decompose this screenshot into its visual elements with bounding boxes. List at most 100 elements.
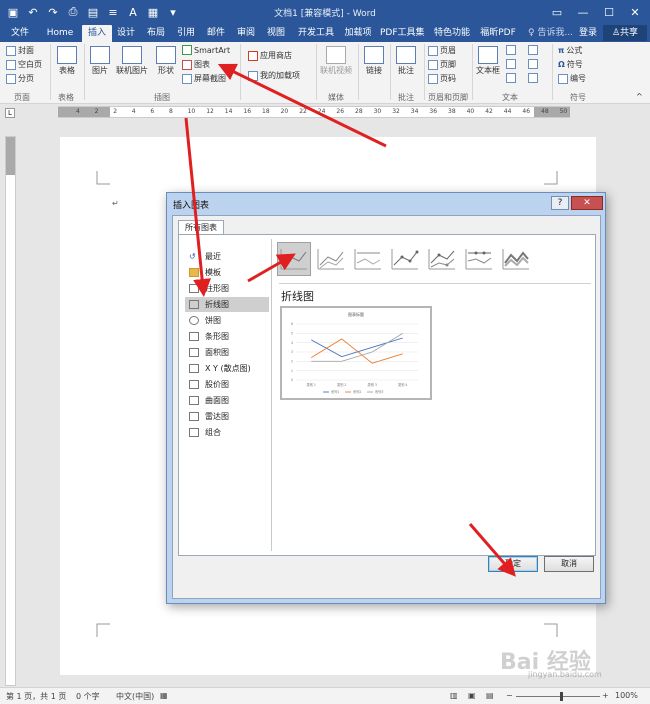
cover-button[interactable]: 封面: [6, 45, 34, 56]
chart-type-combo[interactable]: 组合: [185, 425, 269, 440]
zoom-level[interactable]: 100%: [615, 691, 638, 700]
ruler-number: 10: [187, 108, 196, 115]
picture-button[interactable]: 图片: [90, 46, 110, 76]
tab-view[interactable]: 视图: [264, 25, 288, 42]
chart-type-area[interactable]: 面积图: [185, 345, 269, 360]
word-count[interactable]: 0 个字: [76, 691, 100, 702]
chart-type-radar[interactable]: 雷达图: [185, 409, 269, 424]
maximize-button[interactable]: ☐: [596, 2, 622, 22]
share-button[interactable]: ♙共享: [603, 25, 647, 41]
tab-review[interactable]: 审阅: [234, 25, 258, 42]
smartart-button[interactable]: SmartArt: [182, 45, 230, 55]
object-button[interactable]: [528, 73, 538, 83]
tab-all-charts[interactable]: 所有图表: [178, 220, 224, 235]
ruler-number: 26: [336, 108, 345, 115]
numbering-button[interactable]: 编号: [558, 73, 586, 84]
chart-type-stock[interactable]: 股价图: [185, 377, 269, 392]
datetime-button[interactable]: [528, 59, 538, 69]
chart-button[interactable]: 图表: [182, 59, 210, 70]
chart-type-templates[interactable]: 模板: [185, 265, 269, 280]
smartart-icon: [182, 45, 192, 55]
chart-type-column[interactable]: 柱形图: [185, 281, 269, 296]
tab-mailings[interactable]: 邮件: [204, 25, 228, 42]
cancel-button[interactable]: 取消: [544, 556, 594, 572]
tab-pdf-tools[interactable]: PDF工具集: [380, 25, 425, 42]
page-break-button[interactable]: 分页: [6, 73, 34, 84]
page-count[interactable]: 第 1 页，共 1 页: [6, 691, 66, 702]
blank-page-button[interactable]: 空白页: [6, 59, 42, 70]
tab-selector[interactable]: L: [5, 108, 15, 118]
collapse-ribbon-icon[interactable]: ^: [636, 92, 643, 101]
subtype-100-markers[interactable]: [462, 242, 496, 276]
chart-type-bar[interactable]: 条形图: [185, 329, 269, 344]
language[interactable]: 中文(中国): [116, 691, 154, 702]
my-addins-button[interactable]: 我的加载项: [248, 70, 300, 81]
login-link[interactable]: 登录: [579, 25, 597, 42]
textbox-button[interactable]: 文本框: [476, 46, 500, 76]
comment-button[interactable]: 批注: [396, 46, 416, 76]
zoom-in-button[interactable]: +: [602, 691, 609, 700]
signature-line-button[interactable]: [528, 45, 538, 55]
tab-layout[interactable]: 布局: [144, 25, 168, 42]
close-button[interactable]: ✕: [622, 2, 648, 22]
ok-button[interactable]: 确定: [488, 556, 538, 572]
chart-type-surface[interactable]: 曲面图: [185, 393, 269, 408]
screenshot-button[interactable]: 屏幕截图: [182, 73, 226, 84]
tab-addins[interactable]: 加载项: [342, 25, 374, 42]
link-button[interactable]: 链接: [364, 46, 384, 76]
zoom-out-button[interactable]: −: [506, 691, 513, 700]
vertical-ruler[interactable]: [5, 136, 16, 686]
subtype-3d-line[interactable]: [499, 242, 533, 276]
minimize-button[interactable]: —: [570, 2, 596, 22]
ruler-number: 4: [76, 108, 80, 115]
wordart-button[interactable]: [506, 59, 516, 69]
dialog-close-button[interactable]: ✕: [571, 196, 603, 210]
shapes-button[interactable]: 形状: [156, 46, 176, 76]
subtype-line[interactable]: [277, 242, 311, 276]
page-number-button[interactable]: 页码: [428, 73, 456, 84]
x-tick-label: 类别 2: [337, 382, 346, 387]
help-button[interactable]: ?: [551, 196, 569, 210]
chart-type-recent[interactable]: ↺ 最近: [185, 249, 269, 264]
online-picture-button[interactable]: 联机图片: [116, 46, 148, 76]
tell-me-box[interactable]: ♀ 告诉我...: [528, 25, 573, 42]
tab-file[interactable]: 文件: [4, 25, 36, 42]
macro-record-icon[interactable]: ▦: [160, 691, 168, 700]
ribbon-options-icon[interactable]: ▭: [544, 2, 570, 22]
equation-button[interactable]: π 公式: [558, 45, 582, 56]
tab-design[interactable]: 设计: [114, 25, 138, 42]
print-layout-icon[interactable]: ▣: [468, 691, 476, 700]
tab-features[interactable]: 特色功能: [432, 25, 472, 42]
tab-foxit-pdf[interactable]: 福昕PDF: [478, 25, 518, 42]
tab-references[interactable]: 引用: [174, 25, 198, 42]
pi-icon: π: [558, 46, 565, 55]
tab-developer[interactable]: 开发工具: [296, 25, 336, 42]
online-video-button[interactable]: 联机视频: [320, 46, 352, 76]
store-button[interactable]: 应用商店: [248, 50, 292, 61]
zoom-slider-thumb[interactable]: [560, 692, 563, 701]
web-layout-icon[interactable]: ▤: [486, 691, 494, 700]
chart-type-scatter[interactable]: X Y (散点图): [185, 361, 269, 376]
zoom-slider[interactable]: [516, 696, 600, 697]
ruler-number: 48: [541, 108, 549, 115]
table-button[interactable]: 表格: [57, 46, 77, 76]
header-button[interactable]: 页眉: [428, 45, 456, 56]
subtype-line-markers[interactable]: [388, 242, 422, 276]
chart-type-pie[interactable]: 饼图: [185, 313, 269, 328]
quick-parts-button[interactable]: [506, 45, 516, 55]
tab-home[interactable]: Home: [42, 25, 78, 42]
read-mode-icon[interactable]: ▥: [450, 691, 458, 700]
chart-type-line[interactable]: 折线图: [185, 297, 269, 312]
dropcap-button[interactable]: [506, 73, 516, 83]
tab-insert[interactable]: 插入: [82, 25, 112, 42]
subtype-100-stacked-line[interactable]: [351, 242, 385, 276]
baidu-watermark-url: jingyan.baidu.com: [528, 670, 602, 679]
group-header-footer: 页眉和页脚: [428, 93, 468, 102]
subtype-stacked-markers[interactable]: [425, 242, 459, 276]
symbol-button[interactable]: Ω 符号: [558, 59, 583, 70]
chart-preview[interactable]: 图表标题 0 1 2 3 4 5 6 类别 1 类别 2 类别 3 类别 4 系列1 系列2 系列3: [280, 306, 432, 400]
horizontal-ruler[interactable]: 4 2 2 4 6 8 10 12 14 16 18 20 22 24 26 28 30 32 34 36 38 40 42…: [58, 106, 570, 118]
subtype-stacked-line[interactable]: [314, 242, 348, 276]
ruler-number: 30: [373, 108, 382, 115]
footer-button[interactable]: 页脚: [428, 59, 456, 70]
